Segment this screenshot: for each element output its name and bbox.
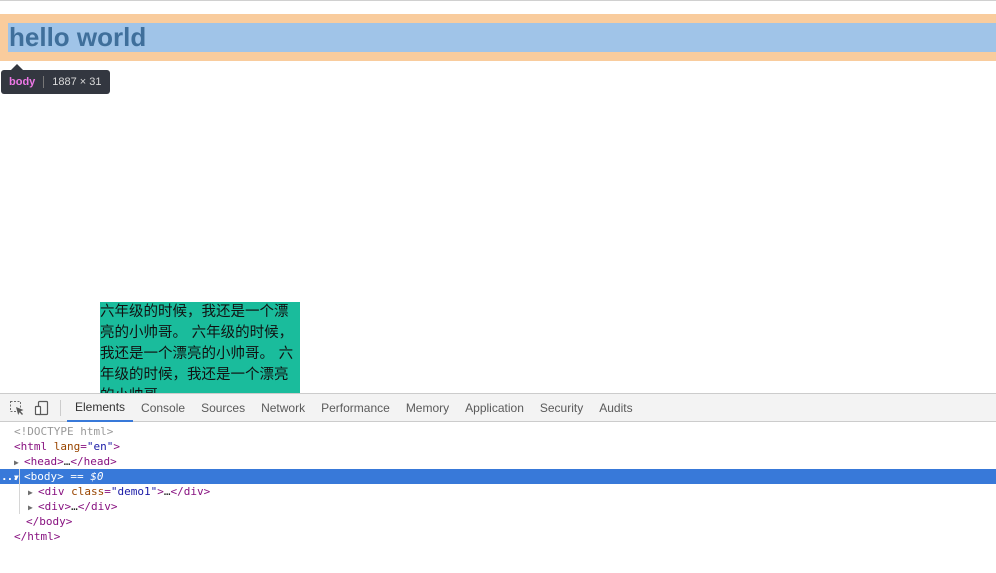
dom-line-body-selected[interactable]: ... ▼ <body> == $0	[0, 469, 996, 484]
div2-ellipsis[interactable]: …	[71, 500, 78, 513]
tab-audits[interactable]: Audits	[591, 394, 640, 422]
demo1-box: 六年级的时候，我还是一个漂亮的小帅哥。 六年级的时候，我还是一个漂亮的小帅哥。 …	[100, 302, 300, 393]
html-attr-name: lang	[53, 440, 81, 453]
div2-open-tag: <div>	[38, 500, 72, 513]
dom-line-div-demo1[interactable]: ▶ <div class="demo1">…</div>	[0, 484, 996, 499]
head-close-tag: </head>	[70, 455, 117, 468]
tab-network[interactable]: Network	[253, 394, 313, 422]
div1-open-bracket: >	[157, 485, 164, 498]
node-actions-dots[interactable]: ...	[1, 469, 19, 484]
tab-memory[interactable]: Memory	[398, 394, 457, 422]
tab-sources[interactable]: Sources	[193, 394, 253, 422]
tab-elements[interactable]: Elements	[67, 394, 134, 422]
tooltip-size: 1887 × 31	[52, 76, 102, 88]
devtools-toolbar: Elements Console Sources Network Perform…	[0, 394, 996, 422]
dom-line-div[interactable]: ▶ <div>…</div>	[0, 499, 996, 514]
dom-line-html-close[interactable]: </html>	[0, 529, 996, 544]
div1-attr-name: class	[71, 485, 105, 498]
doctype-node: <!DOCTYPE html>	[14, 425, 114, 438]
head-open-tag: <head>	[24, 455, 64, 468]
expand-triangle-icon[interactable]: ▶	[14, 455, 24, 470]
div2-close-tag: </div>	[77, 500, 118, 513]
page-viewport: hello world body 1887 × 31 六年级的时候，我还是一个漂…	[0, 0, 996, 393]
tooltip-separator	[43, 76, 45, 88]
page-heading: hello world	[9, 22, 147, 52]
div1-attr-value: "demo1"	[110, 485, 158, 498]
content-highlight-overlay	[8, 23, 996, 52]
device-toolbar-icon[interactable]	[34, 400, 50, 416]
html-attr-value: "en"	[86, 440, 114, 453]
tab-console[interactable]: Console	[133, 394, 193, 422]
tab-security[interactable]: Security	[532, 394, 591, 422]
toolbar-divider	[60, 399, 61, 416]
dom-line-html[interactable]: <html lang="en">	[0, 439, 996, 454]
body-close-tag: </body>	[26, 515, 73, 528]
devtools-panel: Elements Console Sources Network Perform…	[0, 393, 996, 573]
tooltip-tag-name: body	[9, 76, 36, 88]
selected-node-marker: == $0	[63, 470, 104, 483]
dom-line-head[interactable]: ▶ <head>…</head>	[0, 454, 996, 469]
dom-line-body-close[interactable]: </body>	[0, 514, 996, 529]
expand-triangle-icon[interactable]: ▶	[28, 485, 38, 500]
indent-guide	[19, 469, 20, 514]
html-open-tag: <html	[14, 440, 48, 453]
inspect-element-icon[interactable]	[9, 400, 25, 416]
div1-open-tag: <div	[38, 485, 65, 498]
tab-performance[interactable]: Performance	[313, 394, 398, 422]
html-open-bracket: >	[113, 440, 120, 453]
tab-application[interactable]: Application	[457, 394, 532, 422]
expand-triangle-icon[interactable]: ▶	[28, 500, 38, 515]
element-size-tooltip: body 1887 × 31	[1, 64, 110, 94]
html-close-tag: </html>	[14, 530, 61, 543]
body-open-tag: <body>	[24, 470, 64, 483]
dom-tree: <!DOCTYPE html> <html lang="en"> ▶ <head>…	[0, 422, 996, 544]
div1-close-tag: </div>	[170, 485, 211, 498]
dom-line-doctype[interactable]: <!DOCTYPE html>	[0, 424, 996, 439]
